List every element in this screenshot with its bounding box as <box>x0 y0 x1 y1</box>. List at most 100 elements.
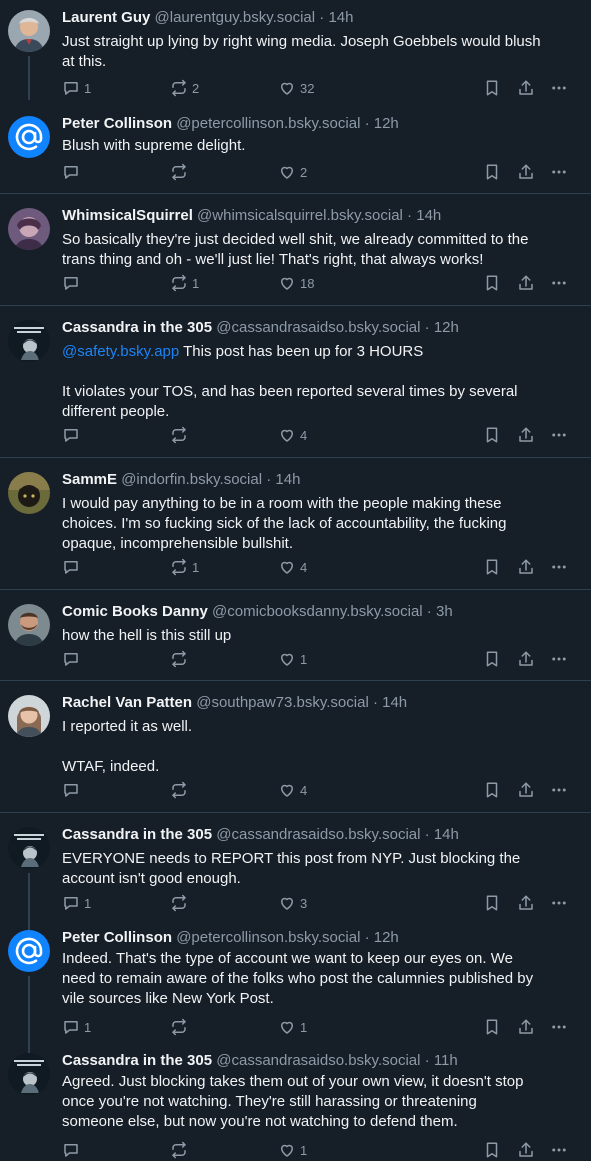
repost-button[interactable] <box>170 1141 192 1159</box>
post[interactable]: Rachel Van Patten @southpaw73.bsky.socia… <box>0 680 591 812</box>
author-name[interactable]: Laurent Guy <box>62 9 150 26</box>
avatar[interactable] <box>8 472 50 514</box>
like-button[interactable]: 4 <box>278 558 307 576</box>
post-timestamp[interactable]: 14h <box>382 694 407 711</box>
like-button[interactable]: 3 <box>278 894 307 912</box>
bookmark-button[interactable] <box>483 894 501 912</box>
post-timestamp[interactable]: 12h <box>374 929 399 946</box>
bookmark-button[interactable] <box>483 558 501 576</box>
repost-button[interactable] <box>170 650 192 668</box>
author-handle[interactable]: @laurentguy.bsky.social <box>155 9 316 26</box>
reply-button[interactable] <box>62 426 84 444</box>
reply-button[interactable] <box>62 274 84 292</box>
more-options-button[interactable] <box>550 274 568 292</box>
reply-button[interactable]: 1 <box>62 894 91 912</box>
author-handle[interactable]: @whimsicalsquirrel.bsky.social <box>197 207 403 224</box>
bookmark-button[interactable] <box>483 163 501 181</box>
author-name[interactable]: Rachel Van Patten <box>62 694 192 711</box>
avatar[interactable] <box>8 930 50 972</box>
repost-button[interactable] <box>170 426 192 444</box>
share-button[interactable] <box>517 274 535 292</box>
post[interactable]: Cassandra in the 305 @cassandrasaidso.bs… <box>0 305 591 457</box>
reply-button[interactable] <box>62 558 84 576</box>
share-button[interactable] <box>517 1018 535 1036</box>
avatar[interactable] <box>8 208 50 250</box>
author-handle[interactable]: @southpaw73.bsky.social <box>196 694 369 711</box>
more-options-button[interactable] <box>550 1141 568 1159</box>
like-button[interactable]: 2 <box>278 163 307 181</box>
more-options-button[interactable] <box>550 650 568 668</box>
more-options-button[interactable] <box>550 558 568 576</box>
avatar[interactable] <box>8 604 50 646</box>
post[interactable]: Comic Books Danny @comicbooksdanny.bsky.… <box>0 589 591 680</box>
avatar[interactable] <box>8 827 50 869</box>
post-timestamp[interactable]: 14h <box>328 9 353 26</box>
author-name[interactable]: WhimsicalSquirrel <box>62 207 193 224</box>
author-handle[interactable]: @petercollinson.bsky.social <box>176 929 360 946</box>
author-handle[interactable]: @indorfin.bsky.social <box>121 471 262 488</box>
reply-button[interactable] <box>62 163 84 181</box>
author-name[interactable]: Peter Collinson <box>62 115 172 132</box>
share-button[interactable] <box>517 894 535 912</box>
post-timestamp[interactable]: 14h <box>416 207 441 224</box>
more-options-button[interactable] <box>550 894 568 912</box>
post-timestamp[interactable]: 14h <box>275 471 300 488</box>
reply-button[interactable] <box>62 650 84 668</box>
share-button[interactable] <box>517 426 535 444</box>
like-button[interactable]: 32 <box>278 79 314 97</box>
bookmark-button[interactable] <box>483 426 501 444</box>
like-button[interactable]: 1 <box>278 650 307 668</box>
post[interactable]: Peter Collinson @petercollinson.bsky.soc… <box>0 100 591 193</box>
like-button[interactable]: 4 <box>278 426 307 444</box>
author-name[interactable]: Comic Books Danny <box>62 603 208 620</box>
more-options-button[interactable] <box>550 781 568 799</box>
author-handle[interactable]: @comicbooksdanny.bsky.social <box>212 603 423 620</box>
reply-button[interactable]: 1 <box>62 1018 91 1036</box>
author-handle[interactable]: @cassandrasaidso.bsky.social <box>216 319 420 336</box>
reply-button[interactable] <box>62 1141 84 1159</box>
avatar[interactable] <box>8 695 50 737</box>
repost-button[interactable]: 1 <box>170 274 199 292</box>
like-button[interactable]: 1 <box>278 1141 307 1159</box>
post[interactable]: Laurent Guy @laurentguy.bsky.social · 14… <box>0 0 591 100</box>
avatar[interactable] <box>8 116 50 158</box>
post-timestamp[interactable]: 3h <box>436 603 453 620</box>
post[interactable]: WhimsicalSquirrel @whimsicalsquirrel.bsk… <box>0 193 591 305</box>
share-button[interactable] <box>517 781 535 799</box>
reply-button[interactable] <box>62 781 84 799</box>
bookmark-button[interactable] <box>483 1141 501 1159</box>
avatar[interactable] <box>8 320 50 362</box>
author-handle[interactable]: @petercollinson.bsky.social <box>176 115 360 132</box>
author-name[interactable]: Cassandra in the 305 <box>62 826 212 843</box>
author-name[interactable]: Cassandra in the 305 <box>62 1052 212 1069</box>
author-name[interactable]: Peter Collinson <box>62 929 172 946</box>
repost-button[interactable]: 2 <box>170 79 199 97</box>
bookmark-button[interactable] <box>483 274 501 292</box>
repost-button[interactable] <box>170 894 192 912</box>
share-button[interactable] <box>517 558 535 576</box>
author-handle[interactable]: @cassandrasaidso.bsky.social <box>216 826 420 843</box>
bookmark-button[interactable] <box>483 781 501 799</box>
avatar[interactable] <box>8 10 50 52</box>
post-timestamp[interactable]: 12h <box>374 115 399 132</box>
more-options-button[interactable] <box>550 163 568 181</box>
share-button[interactable] <box>517 650 535 668</box>
post[interactable]: Cassandra in the 305 @cassandrasaidso.bs… <box>0 812 591 929</box>
repost-button[interactable]: 1 <box>170 558 199 576</box>
bookmark-button[interactable] <box>483 1018 501 1036</box>
post[interactable]: Cassandra in the 305 @cassandrasaidso.bs… <box>0 1048 591 1161</box>
bookmark-button[interactable] <box>483 79 501 97</box>
avatar[interactable] <box>8 1053 50 1095</box>
share-button[interactable] <box>517 163 535 181</box>
author-name[interactable]: Cassandra in the 305 <box>62 319 212 336</box>
repost-button[interactable] <box>170 781 192 799</box>
post-timestamp[interactable]: 14h <box>434 826 459 843</box>
repost-button[interactable] <box>170 163 192 181</box>
author-handle[interactable]: @cassandrasaidso.bsky.social <box>216 1052 420 1069</box>
post[interactable]: Peter Collinson @petercollinson.bsky.soc… <box>0 928 591 1048</box>
like-button[interactable]: 1 <box>278 1018 307 1036</box>
share-button[interactable] <box>517 79 535 97</box>
post-timestamp[interactable]: 12h <box>434 319 459 336</box>
share-button[interactable] <box>517 1141 535 1159</box>
mention-link[interactable]: @safety.bsky.app <box>62 343 179 360</box>
